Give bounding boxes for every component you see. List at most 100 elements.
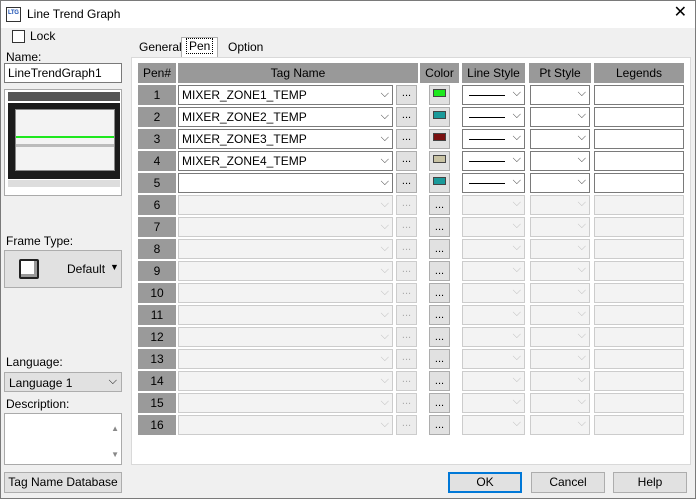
tag-name-select[interactable]: MIXER_ZONE1_TEMP ⌵ [178,85,393,105]
chevron-down-icon: ⌵ [512,175,521,187]
column-header-tag-name: Tag Name [178,63,418,83]
color-picker-dots: ... [434,221,445,233]
tag-browse-button[interactable]: ... [396,129,417,149]
pen-number: 3 [138,129,176,149]
pt-style-select: ⌵ [530,305,590,325]
tag-browse-button: ... [396,283,417,303]
tag-name-select[interactable]: ⌵ [178,173,393,193]
tag-name-value: MIXER_ZONE2_TEMP [182,110,307,124]
tag-browse-button: ... [396,393,417,413]
chevron-down-icon: ⌵ [577,307,586,319]
tag-name-select: ⌵ [178,217,393,237]
chevron-down-icon: ⌵ [512,131,521,143]
tab-general[interactable]: General [135,39,186,58]
tag-name-select[interactable]: MIXER_ZONE2_TEMP ⌵ [178,107,393,127]
color-picker-button[interactable]: ... [429,217,450,237]
legend-input[interactable] [594,151,684,171]
close-icon[interactable]: ✕ [674,4,687,22]
tag-name-value: MIXER_ZONE4_TEMP [182,154,307,168]
legend-input[interactable] [594,173,684,193]
color-picker-dots: ... [434,397,445,409]
line-style-select[interactable]: ⌵ [462,85,525,105]
tab-pen[interactable]: Pen [181,37,219,58]
title-bar: LTG Line Trend Graph ✕ [1,1,695,28]
line-style-select[interactable]: ⌵ [462,151,525,171]
legend-input[interactable] [594,107,684,127]
chevron-down-icon: ⌵ [577,219,586,231]
pt-style-select: ⌵ [530,195,590,215]
color-picker-button[interactable]: ... [429,349,450,369]
chevron-down-icon: ⌵ [380,264,389,276]
legend-input [594,261,684,281]
line-style-select: ⌵ [462,349,525,369]
language-select[interactable]: Language 1 ⌵ [4,372,122,392]
color-picker-button[interactable] [429,129,450,149]
tag-name-select[interactable]: MIXER_ZONE3_TEMP ⌵ [178,129,393,149]
color-picker-button[interactable] [429,151,450,171]
chevron-down-icon: ⌵ [512,263,521,275]
legend-input[interactable] [594,85,684,105]
color-picker-button[interactable] [429,107,450,127]
scroll-arrows-icon: ▲ ▼ [111,424,119,459]
color-picker-button[interactable]: ... [429,195,450,215]
tag-name-select: ⌵ [178,283,393,303]
color-picker-button[interactable]: ... [429,305,450,325]
pt-style-select[interactable]: ⌵ [530,85,590,105]
chevron-down-icon: ⌵ [577,417,586,429]
chevron-down-icon: ⌵ [380,374,389,386]
legend-input [594,305,684,325]
line-style-select: ⌵ [462,305,525,325]
tag-name-select: ⌵ [178,195,393,215]
tag-browse-button[interactable]: ... [396,107,417,127]
pt-style-select[interactable]: ⌵ [530,107,590,127]
tag-name-database-button[interactable]: Tag Name Database [4,472,122,493]
color-picker-button[interactable] [429,173,450,193]
pt-style-select[interactable]: ⌵ [530,151,590,171]
chevron-down-icon: ⌵ [380,88,389,100]
name-input[interactable]: LineTrendGraph1 [4,63,122,83]
pt-style-select[interactable]: ⌵ [530,129,590,149]
color-picker-button[interactable] [429,85,450,105]
tab-option[interactable]: Option [224,39,267,58]
tag-browse-button: ... [396,195,417,215]
frame-type-selector[interactable]: Default ▼ [4,250,122,288]
color-picker-button[interactable]: ... [429,371,450,391]
tag-browse-button[interactable]: ... [396,151,417,171]
pt-style-select[interactable]: ⌵ [530,173,590,193]
chevron-down-icon: ⌵ [380,286,389,298]
color-picker-dots: ... [434,199,445,211]
language-value: Language 1 [9,376,73,390]
frame-type-label: Frame Type: [6,234,74,248]
color-picker-button[interactable]: ... [429,261,450,281]
help-button[interactable]: Help [613,472,687,493]
dialog-window: LTG Line Trend Graph ✕ Lock Name: LineTr… [0,0,696,499]
cancel-button[interactable]: Cancel [531,472,605,493]
color-picker-button[interactable]: ... [429,283,450,303]
legend-input [594,393,684,413]
ok-button[interactable]: OK [448,472,522,493]
chevron-down-icon: ⌵ [512,197,521,209]
chevron-down-icon: ⌵ [512,87,521,99]
trend-graph-app-icon: LTG [6,7,21,22]
pen-number: 10 [138,283,176,303]
lock-checkbox[interactable] [12,30,25,43]
tag-browse-button: ... [396,261,417,281]
tag-name-select: ⌵ [178,327,393,347]
description-textarea[interactable]: ▲ ▼ [4,413,122,465]
tab-pen-label: Pen [186,38,214,54]
color-picker-button[interactable]: ... [429,393,450,413]
color-picker-button[interactable]: ... [429,415,450,435]
line-style-select: ⌵ [462,415,525,435]
tag-name-select[interactable]: MIXER_ZONE4_TEMP ⌵ [178,151,393,171]
line-style-select[interactable]: ⌵ [462,129,525,149]
tag-browse-button[interactable]: ... [396,173,417,193]
pen-number: 16 [138,415,176,435]
legend-input[interactable] [594,129,684,149]
line-style-select[interactable]: ⌵ [462,173,525,193]
line-style-select[interactable]: ⌵ [462,107,525,127]
color-picker-button[interactable]: ... [429,327,450,347]
tag-browse-button[interactable]: ... [396,85,417,105]
chevron-down-icon: ⌵ [512,417,521,429]
color-picker-button[interactable]: ... [429,239,450,259]
pen-number: 9 [138,261,176,281]
